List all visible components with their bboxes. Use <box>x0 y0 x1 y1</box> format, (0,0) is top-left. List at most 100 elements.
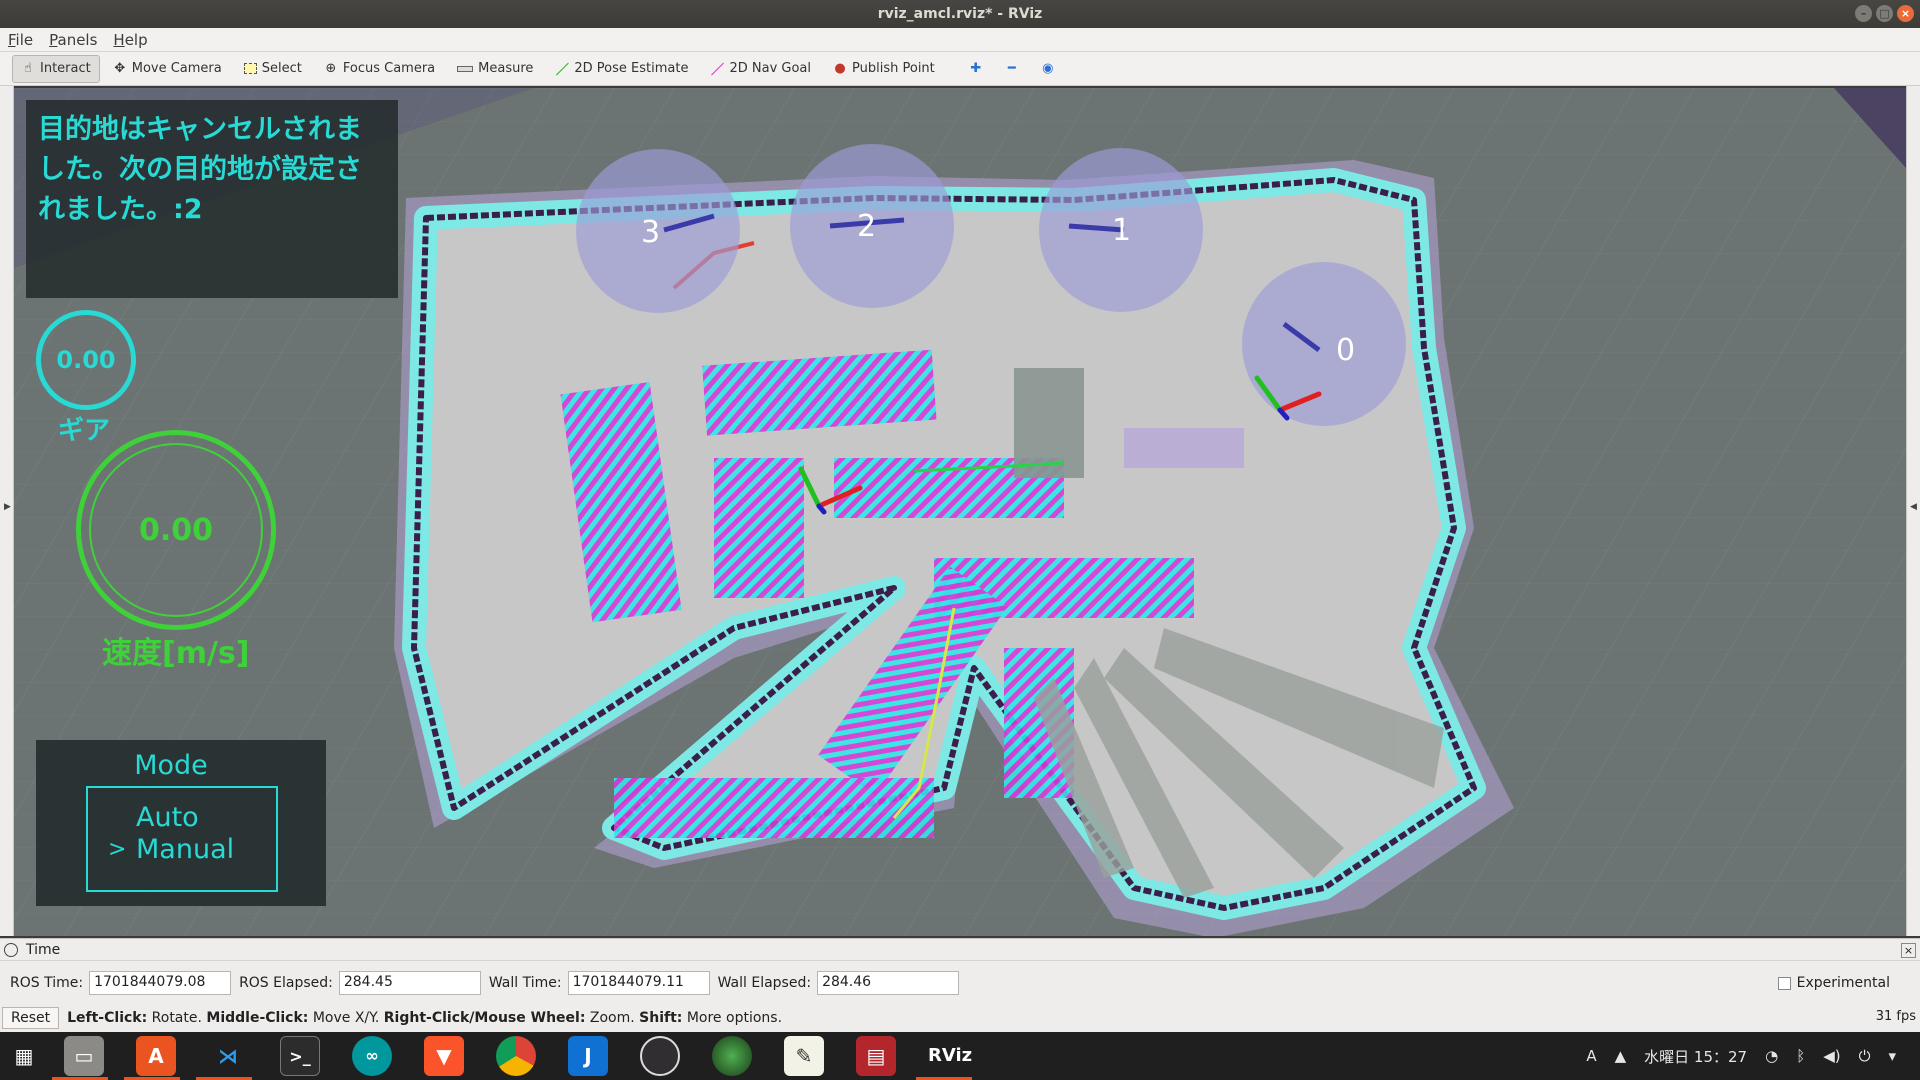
time-panel: Time × ROS Time: 1701844079.08 ROS Elaps… <box>0 938 1920 1032</box>
ros-elapsed-field[interactable]: 284.45 <box>338 971 481 995</box>
tool-publish-point[interactable]: ● Publish Point <box>824 55 944 83</box>
status-message-text: 目的地はキャンセルされました。次の目的地が設定されました。:2 <box>38 114 362 225</box>
slides-icon[interactable]: ▤ <box>856 1036 896 1076</box>
ruler-icon <box>457 65 474 72</box>
hand-icon: ☝ <box>24 61 32 76</box>
camera-icon[interactable] <box>712 1036 752 1076</box>
hint-desc: More options. <box>686 1010 783 1026</box>
volume-icon[interactable]: ◀) <box>1823 1047 1840 1065</box>
waypoint-label: 0 <box>1336 333 1355 368</box>
expand-left-icon[interactable]: ▶ <box>4 502 11 512</box>
render-viewport[interactable]: 3 2 1 0 目的地はキャンセルされました。次の目的地が設定されました。:2 … <box>14 88 1906 936</box>
wall-time-field[interactable]: 1701844079.11 <box>567 971 710 995</box>
reset-button[interactable]: Reset <box>2 1007 60 1029</box>
experimental-toggle[interactable]: Experimental <box>1777 975 1890 991</box>
status-message-overlay: 目的地はキャンセルされました。次の目的地が設定されました。:2 <box>26 100 398 298</box>
hint-key: Left-Click: <box>67 1010 148 1026</box>
mode-option-auto: Auto <box>136 802 199 833</box>
expand-right-icon[interactable]: ◀ <box>1910 502 1917 512</box>
tool-2d-nav-goal[interactable]: ／ 2D Nav Goal <box>701 55 820 83</box>
tool-label: 2D Nav Goal <box>729 61 812 76</box>
mode-title: Mode <box>134 750 208 781</box>
tool-label: 2D Pose Estimate <box>574 61 689 76</box>
window-titlebar: rviz_amcl.rviz* - RViz – □ × <box>0 0 1920 28</box>
plus-icon: ✚ <box>970 61 982 76</box>
hint-desc: Move X/Y. <box>312 1010 380 1026</box>
gear-label: ギア <box>58 416 111 446</box>
gear-gauge: 0.00 <box>36 310 136 410</box>
waypoint-label: 2 <box>857 209 876 244</box>
experimental-checkbox[interactable] <box>1777 976 1791 990</box>
tool-label: Publish Point <box>852 61 935 76</box>
window-title: rviz_amcl.rviz* - RViz <box>877 6 1043 22</box>
waypoint-label: 1 <box>1112 213 1131 248</box>
close-button[interactable]: × <box>1897 5 1914 22</box>
mode-option-manual: Manual <box>136 834 235 865</box>
tray-expand-icon[interactable]: ▲ <box>1615 1047 1627 1065</box>
time-panel-header: Time × <box>0 941 1920 961</box>
apps-grid-icon[interactable]: ▦ <box>4 1036 44 1076</box>
menu-file[interactable]: File <box>8 31 33 49</box>
clock-icon <box>4 943 18 957</box>
power-icon[interactable]: ⏻ <box>1859 1047 1871 1065</box>
ros-time-field[interactable]: 1701844079.08 <box>89 971 232 995</box>
tool-move-camera[interactable]: ✥ Move Camera <box>104 55 231 83</box>
minimize-button[interactable]: – <box>1855 5 1872 22</box>
brave-icon[interactable]: ▼ <box>424 1036 464 1076</box>
remove-tool-button[interactable]: ━ <box>996 55 1028 83</box>
vscode-icon[interactable]: ⋊ <box>208 1036 248 1076</box>
files-icon[interactable]: ▭ <box>64 1036 104 1076</box>
wifi-icon[interactable]: ◔ <box>1765 1047 1778 1065</box>
obs-icon[interactable] <box>640 1036 680 1076</box>
ros-elapsed-label: ROS Elapsed: <box>239 975 333 991</box>
gear-value: 0.00 <box>56 346 116 374</box>
hint-desc: Rotate. <box>151 1010 202 1026</box>
taskbar: ▦ ▭ A ⋊ >_ ∞ ▼ J ✎ ▤ RViz A ▲ 水曜日 15：27 … <box>0 1032 1920 1080</box>
mode-panel: Mode Auto > Manual <box>36 740 326 906</box>
tool-2d-pose-estimate[interactable]: ／ 2D Pose Estimate <box>546 55 697 83</box>
wall-time-label: Wall Time: <box>488 975 562 991</box>
software-icon[interactable]: A <box>136 1036 176 1076</box>
joplin-icon[interactable]: J <box>568 1036 608 1076</box>
hint-key: Middle-Click: <box>206 1010 309 1026</box>
speed-label: 速度[m/s] <box>102 636 250 671</box>
left-dock-collapsed[interactable]: ▶ <box>0 86 14 936</box>
hint-desc: Zoom. <box>589 1010 635 1026</box>
input-method-indicator[interactable]: A <box>1586 1047 1596 1065</box>
maximize-button[interactable]: □ <box>1876 5 1893 22</box>
tool-label: Move Camera <box>131 61 222 76</box>
hint-key: Right-Click/Mouse Wheel: <box>383 1010 586 1026</box>
tool-focus-camera[interactable]: ⊕ Focus Camera <box>315 55 444 83</box>
wall-elapsed-field[interactable]: 284.46 <box>817 971 960 995</box>
pink-arrow-icon: ／ <box>710 63 724 78</box>
mode-selector-indicator: > <box>108 837 127 862</box>
select-box-icon <box>243 63 257 74</box>
hint-key: Shift: <box>639 1010 683 1026</box>
tool-measure[interactable]: Measure <box>448 55 542 83</box>
menu-help[interactable]: Help <box>113 31 147 49</box>
text-editor-icon[interactable]: ✎ <box>784 1036 824 1076</box>
experimental-label: Experimental <box>1796 975 1890 991</box>
clock-text[interactable]: 水曜日 15：27 <box>1644 1046 1747 1067</box>
bluetooth-icon[interactable]: ᛒ <box>1796 1047 1805 1065</box>
menu-bar: File Panels Help <box>0 28 1920 52</box>
chrome-icon[interactable] <box>496 1036 536 1076</box>
system-tray: A ▲ 水曜日 15：27 ◔ ᛒ ◀) ⏻ ▾ <box>1586 1032 1896 1080</box>
menu-panels[interactable]: Panels <box>49 31 97 49</box>
fps-counter: 31 fps <box>1875 1009 1916 1024</box>
right-dock-collapsed[interactable]: ◀ <box>1906 86 1920 936</box>
tool-visibility-button[interactable]: ◉ <box>1032 55 1064 83</box>
close-panel-button[interactable]: × <box>1901 943 1916 958</box>
arduino-icon[interactable]: ∞ <box>352 1036 392 1076</box>
tool-interact[interactable]: ☝ Interact <box>12 54 100 83</box>
terminal-icon[interactable]: >_ <box>280 1036 320 1076</box>
tool-bar: ☝ Interact ✥ Move Camera Select ⊕ Focus Cam… <box>0 52 1920 86</box>
minus-icon: ━ <box>1007 61 1016 76</box>
window-controls: – □ × <box>1855 5 1914 22</box>
rviz-icon[interactable]: RViz <box>928 1036 972 1076</box>
ros-time-label: ROS Time: <box>10 975 84 991</box>
tool-select[interactable]: Select <box>235 55 311 83</box>
tray-menu-icon[interactable]: ▾ <box>1888 1047 1896 1065</box>
add-tool-button[interactable]: ✚ <box>960 55 992 83</box>
eye-icon: ◉ <box>1042 61 1054 76</box>
